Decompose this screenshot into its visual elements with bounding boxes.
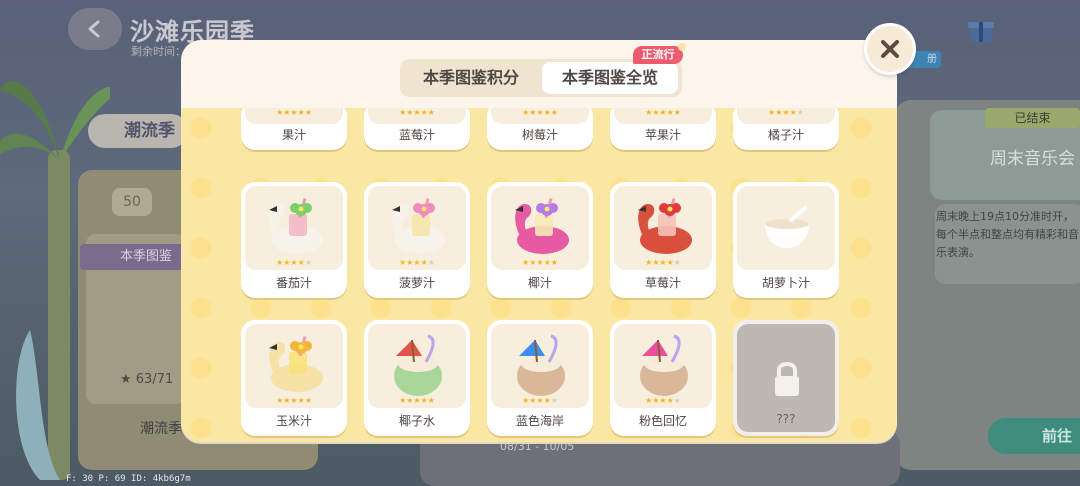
collection-card[interactable]: ★★★★★ 蓝莓汁	[364, 108, 470, 150]
remaining-time-label: 剩余时间：	[131, 45, 186, 58]
star-rating: ★★★★★	[276, 258, 312, 267]
debug-info: F: 30 P: 69 ID: 4kb6g7m	[66, 474, 191, 484]
card-name: 果汁	[281, 128, 306, 142]
card-name: 蓝莓汁	[398, 128, 435, 142]
star-rating: ★★★★★	[768, 108, 804, 117]
collection-modal: 本季图鉴积分 本季图鉴全览 正流行 ★★★★★ 果汁 ★★★★★ 蓝莓汁 ★★★★★ 树莓…	[181, 40, 897, 442]
collection-card[interactable]: ★★★★★ 粉色回忆	[610, 320, 716, 436]
drink-icon	[640, 334, 688, 396]
card-name: 蓝色海岸	[515, 414, 564, 428]
bg-event-status: 已结束	[985, 108, 1080, 128]
drink-icon	[517, 334, 565, 396]
drink-icon	[765, 206, 809, 248]
arrow-left-icon	[88, 20, 100, 38]
tab-bar: 本季图鉴积分 本季图鉴全览	[400, 59, 682, 97]
star-rating: ★★★★★	[399, 108, 435, 117]
star-rating: ★★★★★	[645, 108, 681, 117]
collection-card[interactable]: ★★★★★ 树莓汁	[487, 108, 593, 150]
tab-season-overview[interactable]: 本季图鉴全览	[542, 62, 678, 94]
card-name: 椰汁	[527, 276, 552, 290]
star-rating: ★★★★★	[276, 396, 312, 405]
collection-card[interactable]: ★★★★★ 菠萝汁	[364, 182, 470, 298]
drink-icon	[269, 336, 323, 392]
card-name: 粉色回忆	[638, 414, 687, 428]
gift-icon[interactable]	[966, 15, 996, 45]
bg-event-desc: 周末晚上19点10分准时开，每个半点和整点均有精彩和音乐表演。	[936, 210, 1079, 259]
collection-card[interactable]: ★★★★★ 橘子汁	[733, 108, 839, 150]
bg-trend-label: 潮流季	[140, 421, 182, 437]
star-rating: ★★★★★	[645, 258, 681, 267]
collection-card[interactable]: ★★★★★ 蓝色海岸	[487, 320, 593, 436]
collection-card[interactable]: ★★★★★ 椰汁	[487, 182, 593, 298]
collection-card[interactable]: ★★★★★ 玉米汁	[241, 320, 347, 436]
lock-icon	[775, 362, 799, 396]
drink-icon	[515, 198, 569, 254]
card-name: 草莓汁	[644, 276, 681, 290]
trending-badge: 正流行	[633, 43, 686, 64]
collection-card-locked[interactable]: ???	[733, 320, 839, 436]
bg-event-title: 周末音乐会	[990, 149, 1075, 169]
collection-card[interactable]: ★★★★★ 番茄汁	[241, 182, 347, 298]
collection-card[interactable]: 胡萝卜汁	[733, 182, 839, 298]
card-name: 番茄汁	[275, 276, 312, 290]
bg-trend-tag: 潮流季	[88, 114, 188, 148]
drink-icon	[638, 198, 692, 254]
drink-icon	[269, 198, 323, 254]
bg-score: ★ 63/71	[120, 372, 174, 387]
drink-icon	[394, 334, 442, 396]
collection-card[interactable]: ★★★★★ 苹果汁	[610, 108, 716, 150]
collection-grid[interactable]: ★★★★★ 果汁 ★★★★★ 蓝莓汁 ★★★★★ 树莓汁 ★★★★★ 苹果汁 ★★★★★ 橘子汁 …	[181, 108, 897, 442]
collection-card[interactable]: ★★★★★ 草莓汁	[610, 182, 716, 298]
star-rating: ★★★★★	[399, 396, 435, 405]
bg-number: 50	[112, 188, 152, 216]
star-rating: ★★★★★	[522, 108, 558, 117]
card-name: ???	[776, 412, 796, 426]
card-name: 橘子汁	[767, 128, 804, 142]
star-rating: ★★★★★	[399, 258, 435, 267]
bg-collection-tag: 本季图鉴	[80, 244, 190, 270]
go-button[interactable]: 前往	[988, 418, 1080, 454]
star-rating: ★★★★★	[522, 258, 558, 267]
close-button[interactable]	[864, 23, 916, 75]
card-name: 玉米汁	[275, 414, 312, 428]
card-name: 树莓汁	[521, 128, 558, 142]
star-rating: ★★★★★	[522, 396, 558, 405]
card-name: 苹果汁	[644, 128, 681, 142]
drink-icon	[392, 198, 446, 254]
card-name: 菠萝汁	[398, 276, 435, 290]
card-name: 胡萝卜汁	[761, 276, 810, 290]
card-art-frame	[737, 186, 835, 270]
card-name: 椰子水	[398, 414, 435, 428]
collection-card[interactable]: ★★★★★ 椰子水	[364, 320, 470, 436]
star-rating: ★★★★★	[645, 396, 681, 405]
star-rating: ★★★★★	[276, 108, 312, 117]
close-icon	[881, 40, 899, 58]
back-button[interactable]	[68, 8, 122, 50]
tab-season-score[interactable]: 本季图鉴积分	[402, 62, 540, 94]
collection-card[interactable]: ★★★★★ 果汁	[241, 108, 347, 150]
